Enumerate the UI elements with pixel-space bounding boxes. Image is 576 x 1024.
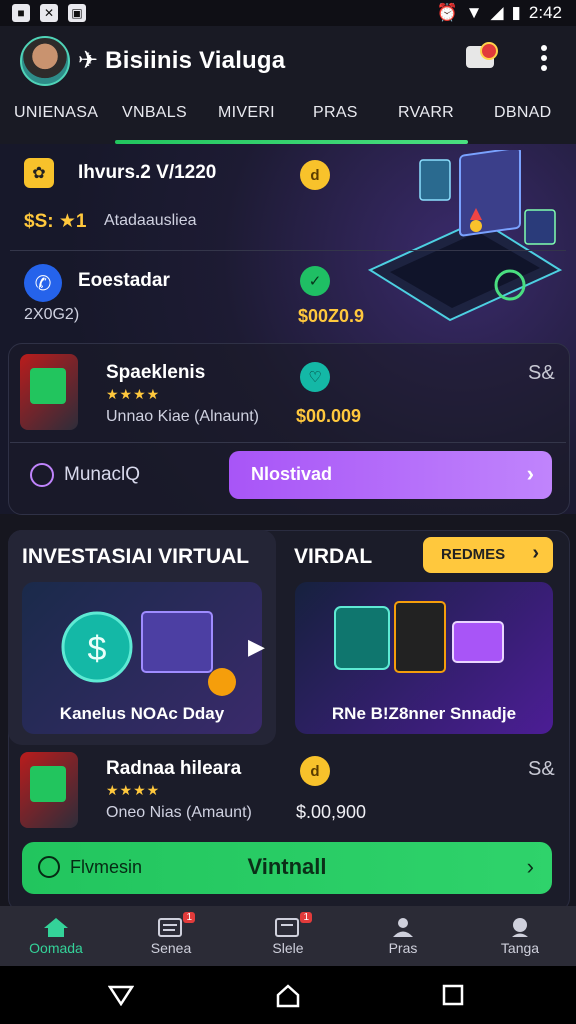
item-subtitle: Oneo Nias (Amaunt) xyxy=(106,804,252,821)
item-title: Radnaa hileara xyxy=(106,758,242,779)
item-subtitle: 2X0G2) xyxy=(24,306,80,323)
list-item[interactable]: Spaeklenis ★★★★ Unnao Kiae (Alnaunt) ♡ $… xyxy=(10,350,566,440)
item-subtitle: Atadaausliea xyxy=(104,212,197,229)
alarm-icon: ⏰ xyxy=(436,3,458,22)
home-icon xyxy=(42,916,70,938)
nav-item-home[interactable]: Oomada xyxy=(8,912,104,956)
thumbnail-caption: RNe B!Z8nner Snnadje xyxy=(331,704,517,723)
nav-item-pras[interactable]: Pras xyxy=(355,912,451,956)
wifi-icon: ▼ xyxy=(465,3,483,22)
nav-label: Tanga xyxy=(500,940,540,956)
trailing-icon: S& xyxy=(528,758,555,780)
primary-purple-button[interactable]: Nlostivad › xyxy=(229,451,552,499)
person-icon xyxy=(389,916,417,938)
trailing-icon: S& xyxy=(528,362,555,384)
status-left-icons: ■ ✕ ▣ xyxy=(12,4,86,22)
heart-icon: ♡ xyxy=(300,362,330,392)
system-navigation xyxy=(0,966,576,1024)
divider xyxy=(10,250,566,251)
card-icon: 1 xyxy=(274,912,312,938)
close-notification-icon: ✕ xyxy=(40,4,58,22)
nav-label: Slele xyxy=(272,940,304,956)
coin-icon: d xyxy=(300,756,330,786)
tab-rvarr[interactable]: RVARR xyxy=(398,104,454,122)
message-icon: ▣ xyxy=(68,4,86,22)
recents-icon[interactable] xyxy=(442,984,464,1006)
nav-label: Oomada xyxy=(29,940,83,956)
card-link[interactable]: MunaclQ xyxy=(30,463,140,487)
thumbnail-caption: Kanelus NOAc Dday xyxy=(59,704,225,723)
app-logo-icon: ✿ xyxy=(24,158,54,188)
thumbnail-left[interactable]: $ Kanelus NOAc Dday xyxy=(22,582,262,734)
status-right: ⏰ ▼ ◢ ▮ 2:42 xyxy=(436,3,562,23)
back-icon[interactable] xyxy=(108,984,134,1006)
more-vert-icon[interactable] xyxy=(534,42,554,74)
status-time: 2:42 xyxy=(528,3,562,22)
nav-label: Pras xyxy=(388,940,418,956)
divider xyxy=(10,442,566,443)
thumbnail-right[interactable]: RNe B!Z8nner Snnadje xyxy=(295,582,553,734)
nav-badge: 1 xyxy=(300,912,312,923)
tab-pras[interactable]: PRAS xyxy=(313,104,358,122)
item-price: $.00,900 xyxy=(296,802,367,822)
coin-icon: d xyxy=(300,160,330,190)
badge-label: REDMES xyxy=(441,546,506,563)
nav-label: Senea xyxy=(150,940,192,956)
battery-icon: ▮ xyxy=(511,3,521,22)
tab-unienasa[interactable]: UNIENASA xyxy=(14,104,98,122)
readmore-button[interactable]: REDMES › xyxy=(423,537,553,573)
app-bar: ✈ Bisiinis Vialuga xyxy=(0,26,576,94)
profile-icon xyxy=(506,916,534,938)
tab-dbnad[interactable]: DBNAD xyxy=(494,104,552,122)
item-title: Spaeklenis xyxy=(106,362,206,383)
list-item[interactable]: Radnaa hileara ★★★★ Oneo Nias (Amaunt) d… xyxy=(10,748,566,838)
app-thumbnail-icon xyxy=(20,354,78,430)
nav-item-slele[interactable]: 1 Slele xyxy=(240,912,336,956)
item-price: $00Z0.9 xyxy=(298,306,365,326)
nav-item-inbox[interactable]: 1 Senea xyxy=(123,912,219,956)
item-subtitle: Unnao Kiae (Alnaunt) xyxy=(106,408,259,425)
svg-text:$: $ xyxy=(88,630,107,668)
item-rating: $S: ★1 xyxy=(24,211,87,232)
section-title-right: VIRDAL xyxy=(294,545,373,568)
signal-icon: ◢ xyxy=(490,3,504,22)
chevron-right-icon: › xyxy=(532,542,539,564)
carousel-next-icon[interactable]: ▶ xyxy=(248,634,265,660)
status-bar: ■ ✕ ▣ ⏰ ▼ ◢ ▮ 2:42 xyxy=(0,0,576,26)
item-price: $00.009 xyxy=(296,406,362,426)
rating-stars: ★★★★ xyxy=(106,386,161,402)
button-label: Nlostivad xyxy=(251,464,333,484)
chevron-right-icon: › xyxy=(526,854,534,879)
check-icon: ✓ xyxy=(300,266,330,296)
button-label: Vintnall xyxy=(247,854,327,879)
inbox-icon: 1 xyxy=(157,912,195,938)
notification-icon: ■ xyxy=(12,4,30,22)
avatar[interactable] xyxy=(20,36,70,86)
list-item[interactable]: ✆ Eoestadar 2X0G2) ✓ $00Z0.9 xyxy=(10,252,566,340)
phone-icon: ✆ xyxy=(24,264,62,302)
tab-bar: UNIENASA VNBALS MIVERI PRAS RVARR DBNAD xyxy=(0,94,576,144)
section-title-left: INVESTASIAI VIRTUAL xyxy=(22,545,250,568)
app-thumbnail-icon xyxy=(20,752,78,828)
chevron-right-icon: › xyxy=(526,461,534,486)
tab-miveri[interactable]: MIVERI xyxy=(218,104,275,122)
nav-badge: 1 xyxy=(183,912,195,923)
link-icon xyxy=(30,463,54,487)
card-link-label: MunaclQ xyxy=(64,464,141,485)
item-title: Eoestadar xyxy=(78,270,170,291)
nav-item-tanga[interactable]: Tanga xyxy=(472,912,568,956)
item-title: Ihvurs.2 V/1220 xyxy=(78,162,217,183)
home-system-icon[interactable] xyxy=(275,984,301,1008)
list-item[interactable]: ✿ Ihvurs.2 V/1220 d $S: ★1 Atadaausliea xyxy=(10,150,566,250)
primary-green-button[interactable]: Flvmesin Vintnall › xyxy=(22,842,552,894)
tab-vnbals[interactable]: VNBALS xyxy=(122,104,187,122)
notification-badge-icon[interactable] xyxy=(466,42,498,68)
bottom-navigation: Oomada 1 Senea 1 Slele Pras Tanga xyxy=(0,906,576,966)
app-title: ✈ Bisiinis Vialuga xyxy=(78,47,286,74)
rating-stars: ★★★★ xyxy=(106,782,161,798)
